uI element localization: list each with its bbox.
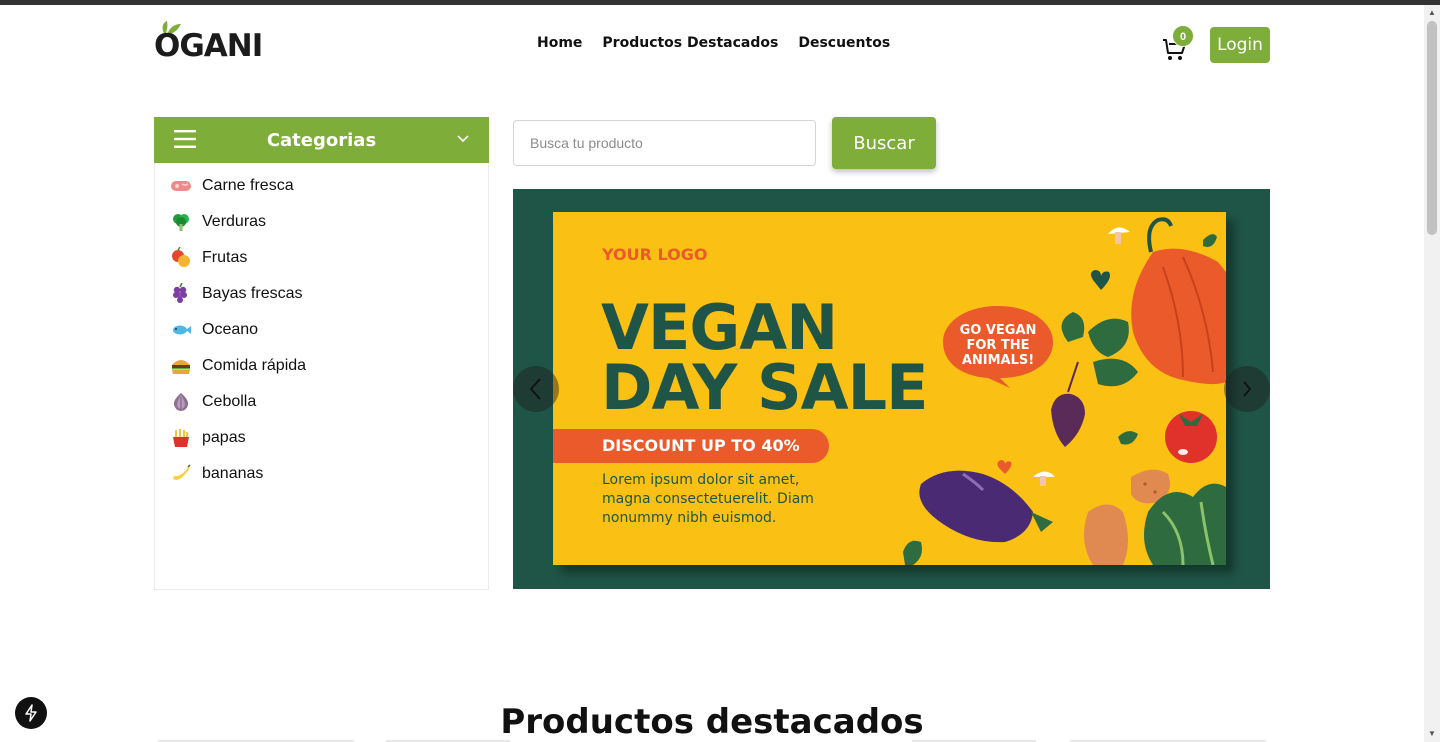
search-input[interactable] (513, 120, 816, 166)
fish-icon (169, 318, 193, 342)
scroll-up-icon[interactable]: ▲ (1424, 5, 1440, 21)
category-label: Oceano (202, 321, 259, 338)
dev-tools-button[interactable] (15, 697, 47, 729)
category-label: Frutas (202, 249, 248, 266)
category-label: Cebolla (202, 393, 257, 410)
cart-count-badge: 0 (1172, 25, 1194, 47)
chevron-left-icon (529, 378, 541, 400)
chevron-down-icon (457, 135, 469, 143)
logo[interactable]: OGANI (154, 19, 263, 65)
hero-carousel: YOUR LOGO VEGAN DAY SALE DISCOUNT UP TO … (513, 189, 1270, 589)
banner-title-line1: VEGAN (601, 291, 838, 364)
broccoli-icon (169, 210, 193, 234)
category-item-bananas[interactable]: bananas (169, 456, 306, 492)
categories-header[interactable]: Categorias (154, 117, 489, 163)
categories-panel: Categorias Carne fresca Verduras Frutas … (154, 117, 489, 590)
search-button[interactable]: Buscar (832, 117, 936, 169)
nav-descuentos[interactable]: Descuentos (798, 35, 890, 51)
logo-text: OGANI (154, 28, 263, 64)
section-title: Productos destacados (500, 702, 924, 742)
category-item-frutas[interactable]: Frutas (169, 240, 306, 276)
cart-button[interactable]: 0 (1160, 25, 1196, 61)
banana-icon (169, 462, 193, 486)
category-label: Carne fresca (202, 177, 294, 194)
category-item-papas[interactable]: papas (169, 420, 306, 456)
banner-body-text: Lorem ipsum dolor sit amet, magna consec… (602, 471, 862, 528)
page-scrollbar[interactable]: ▲ ▼ (1424, 5, 1440, 742)
burger-icon (169, 354, 193, 378)
banner-title: VEGAN DAY SALE (601, 291, 928, 424)
category-item-comida-rapida[interactable]: Comida rápida (169, 348, 306, 384)
nav-productos-destacados[interactable]: Productos Destacados (602, 35, 778, 51)
category-item-bayas-frescas[interactable]: Bayas frescas (169, 276, 306, 312)
categories-list: Carne fresca Verduras Frutas Bayas fresc… (169, 168, 306, 492)
meat-icon (169, 174, 193, 198)
main-nav: Home Productos Destacados Descuentos (537, 35, 890, 51)
banner-discount: DISCOUNT UP TO 40% (553, 429, 829, 463)
carousel-prev-button[interactable] (513, 366, 559, 412)
bubble-line: GO VEGAN (959, 323, 1037, 338)
banner-body-line: nonummy nibh euismod. (602, 510, 777, 526)
bubble-line: FOR THE (966, 338, 1030, 353)
banner-body-line: magna consectetuerelit. Diam (602, 491, 814, 507)
category-label: papas (202, 429, 246, 446)
banner-image: YOUR LOGO VEGAN DAY SALE DISCOUNT UP TO … (553, 212, 1226, 565)
page: OGANI Home Productos Destacados Descuent… (0, 5, 1424, 742)
chevron-right-icon (1243, 381, 1252, 397)
category-item-carne-fresca[interactable]: Carne fresca (169, 168, 306, 204)
category-label: Verduras (202, 213, 267, 230)
banner-logo-text: YOUR LOGO (602, 245, 708, 264)
category-item-oceano[interactable]: Oceano (169, 312, 306, 348)
onion-icon (169, 390, 193, 414)
category-label: Comida rápida (202, 357, 307, 374)
carousel-next-button[interactable] (1224, 366, 1270, 412)
categories-title: Categorias (266, 130, 377, 151)
vegetables-illustration (903, 217, 1226, 565)
fruits-icon (169, 246, 193, 270)
banner-body-line: Lorem ipsum dolor sit amet, (602, 472, 800, 488)
banner-speech-bubble: GO VEGAN FOR THE ANIMALS! (940, 304, 1056, 388)
fries-icon (169, 426, 193, 450)
scrollbar-thumb[interactable] (1427, 21, 1437, 235)
category-item-verduras[interactable]: Verduras (169, 204, 306, 240)
bubble-line: ANIMALS! (961, 353, 1035, 368)
lightning-icon (25, 704, 37, 722)
banner-bubble-text: GO VEGAN FOR THE ANIMALS! (940, 323, 1056, 368)
category-item-cebolla[interactable]: Cebolla (169, 384, 306, 420)
grapes-icon (169, 282, 193, 306)
banner-title-line2: DAY SALE (601, 351, 928, 424)
scroll-down-icon[interactable]: ▼ (1424, 726, 1440, 742)
category-label: bananas (202, 465, 264, 482)
nav-home[interactable]: Home (537, 35, 582, 51)
category-label: Bayas frescas (202, 285, 303, 302)
login-button[interactable]: Login (1210, 27, 1270, 63)
